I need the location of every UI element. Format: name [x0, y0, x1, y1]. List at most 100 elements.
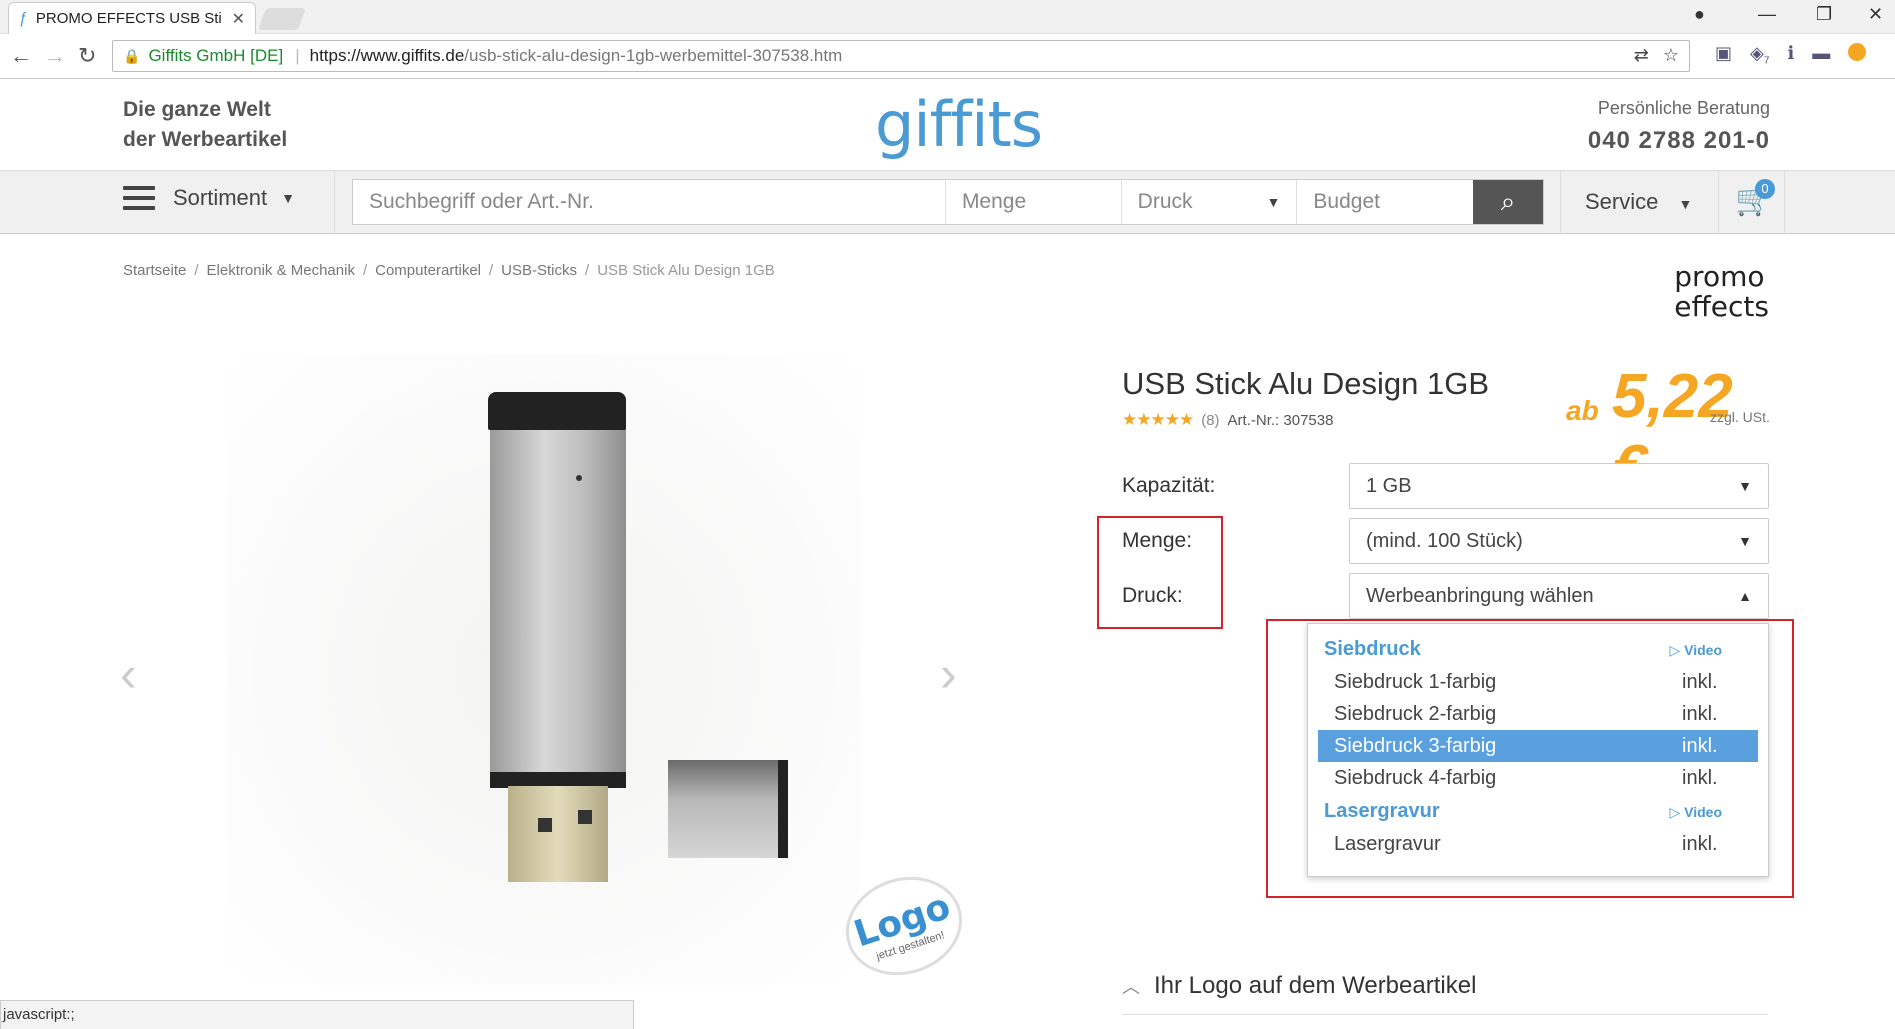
lock-icon: 🔒 [123, 47, 141, 64]
chevron-down-icon: ▼ [1738, 533, 1752, 549]
quantity-input[interactable]: Menge [946, 180, 1122, 224]
capacity-label: Kapazität: [1122, 474, 1216, 497]
service-menu-button[interactable]: Service ▼ [1585, 189, 1692, 215]
cast-icon[interactable]: ▬ [1812, 43, 1830, 67]
extension-badge-count: 7 [1763, 55, 1770, 67]
browser-tab[interactable]: ƒ PROMO EFFECTS USB Sti ✕ [8, 2, 256, 34]
extension-badge-icon[interactable]: ◈7 [1750, 43, 1769, 67]
product-title: USB Stick Alu Design 1GB [1122, 366, 1489, 401]
play-icon: ▷ [1669, 804, 1681, 820]
cart-button[interactable]: 🛒 0 [1735, 179, 1775, 218]
print-method-select[interactable]: Werbeanbringung wählen ▲ [1349, 573, 1769, 619]
giffits-logo[interactable]: giffits [875, 88, 1043, 161]
siebdruck-video-link[interactable]: ▷ Video [1669, 642, 1722, 659]
promo-effects-logo[interactable]: promo effects [1674, 262, 1769, 322]
dropdown-option[interactable]: Siebdruck 2-farbig inkl. [1318, 698, 1758, 730]
section-divider [1122, 1014, 1768, 1015]
window-close-icon[interactable]: ✕ [1868, 4, 1883, 25]
option-price: inkl. [1682, 734, 1718, 757]
search-input[interactable]: Suchbegriff oder Art.-Nr. [353, 180, 946, 224]
logo-section-title: Ihr Logo auf dem Werbeartikel [1154, 972, 1477, 999]
restore-icon[interactable]: ❐ [1816, 4, 1832, 25]
browser-status-bar: javascript:; [0, 1000, 634, 1029]
usb-led [576, 475, 582, 481]
print-method-dropdown: Siebdruck ▷ Video Siebdruck 1-farbig ink… [1307, 623, 1769, 877]
user-extension-icon[interactable] [1848, 43, 1867, 61]
lasergravur-video-link[interactable]: ▷ Video [1669, 804, 1722, 821]
breadcrumb-item[interactable]: Startseite [123, 262, 186, 279]
gallery-next-icon[interactable]: › [940, 645, 957, 703]
option-name: Siebdruck 2-farbig [1334, 702, 1497, 725]
search-bar: Suchbegriff oder Art.-Nr. Menge Druck ▼ … [352, 179, 1544, 225]
brand-line-1: promo [1674, 260, 1765, 293]
option-price: inkl. [1682, 702, 1718, 725]
print-method-value: Werbeanbringung wählen [1366, 584, 1594, 607]
ip-extension-icon[interactable]: ℹ [1787, 43, 1794, 67]
quantity-select[interactable]: (mind. 100 Stück) ▼ [1349, 518, 1769, 564]
print-select[interactable]: Druck ▼ [1122, 180, 1298, 224]
bookmark-star-icon[interactable]: ☆ [1663, 45, 1679, 66]
usb-plug [508, 786, 608, 882]
print-select-label: Druck [1137, 190, 1193, 213]
article-number: Art.-Nr.: 307538 [1227, 411, 1334, 429]
capacity-select[interactable]: 1 GB ▼ [1349, 463, 1769, 509]
option-name: Lasergravur [1334, 832, 1441, 855]
dropdown-option[interactable]: Siebdruck 4-farbig inkl. [1318, 762, 1758, 794]
address-separator: | [295, 46, 300, 65]
price-prefix: ab [1566, 395, 1599, 426]
dropdown-option-selected[interactable]: Siebdruck 3-farbig inkl. [1318, 730, 1758, 762]
breadcrumb-item[interactable]: Computerartikel [375, 262, 481, 279]
usb-stick-body [490, 418, 626, 778]
chevron-up-icon: ▲ [1738, 588, 1752, 604]
option-price: inkl. [1682, 670, 1718, 693]
reload-icon[interactable]: ↻ [78, 43, 96, 69]
phone-number[interactable]: 040 2788 201-0 [1588, 127, 1770, 155]
sortiment-menu-button[interactable]: Sortiment ▼ [123, 185, 295, 211]
translate-icon[interactable]: ⇄ [1634, 45, 1649, 66]
forward-icon[interactable]: → [44, 43, 66, 69]
close-tab-icon[interactable]: ✕ [232, 9, 245, 29]
product-rating[interactable]: ★★★★★ (8) Art.-Nr.: 307538 [1122, 410, 1333, 430]
video-label: Video [1684, 804, 1722, 820]
review-count[interactable]: (8) [1201, 412, 1219, 429]
extension-icon[interactable]: ▣ [1715, 43, 1732, 67]
search-button[interactable]: ⌕ [1473, 180, 1544, 224]
breadcrumb-item[interactable]: USB-Sticks [501, 262, 577, 279]
rating-stars-icon: ★★★★★ [1122, 410, 1194, 429]
breadcrumb-current: USB Stick Alu Design 1GB [597, 262, 775, 279]
option-name: Siebdruck 1-farbig [1334, 670, 1497, 693]
contact-label: Persönliche Beratung [1597, 98, 1770, 118]
breadcrumb-item[interactable]: Elektronik & Mechanik [207, 262, 355, 279]
dropdown-option[interactable]: Siebdruck 1-farbig inkl. [1318, 666, 1758, 698]
favicon-icon: ƒ [19, 9, 28, 27]
option-name: Siebdruck 4-farbig [1334, 766, 1497, 789]
tab-title: PROMO EFFECTS USB Sti [35, 10, 222, 27]
usb-cap [668, 760, 788, 858]
brand-line-2: effects [1674, 290, 1769, 323]
tagline-line-2: der Werbeartikel [123, 128, 288, 151]
breadcrumb: Startseite / Elektronik & Mechanik / Compu… [123, 262, 775, 279]
address-bar[interactable]: 🔒 Giffits GmbH [DE] | https://www.giffit… [112, 40, 1690, 72]
url-host: https://www.giffits.de [309, 46, 465, 65]
minimize-icon[interactable]: — [1758, 4, 1776, 25]
new-tab-button[interactable] [257, 8, 307, 30]
account-icon[interactable]: ● [1694, 4, 1705, 25]
group-lasergravur: Lasergravur [1324, 800, 1440, 822]
play-icon: ▷ [1669, 642, 1681, 658]
back-icon[interactable]: ← [10, 43, 32, 69]
tagline-line-1: Die ganze Welt [123, 98, 271, 121]
highlight-box-labels [1097, 516, 1223, 629]
chevron-down-icon: ▼ [1266, 194, 1281, 210]
option-price: inkl. [1682, 766, 1718, 789]
logo-section-toggle[interactable]: ︿ Ihr Logo auf dem Werbeartikel [1122, 972, 1476, 1000]
budget-input[interactable]: Budget [1297, 180, 1473, 224]
capacity-value: 1 GB [1366, 474, 1412, 497]
option-name: Siebdruck 3-farbig [1334, 734, 1497, 757]
dropdown-option[interactable]: Lasergravur inkl. [1318, 828, 1758, 860]
hamburger-icon [123, 186, 155, 210]
main-navbar: Sortiment ▼ Suchbegriff oder Art.-Nr. Me… [0, 170, 1895, 234]
search-icon: ⌕ [1500, 186, 1516, 216]
usb-plug-hole [538, 818, 552, 832]
gallery-prev-icon[interactable]: ‹ [120, 645, 137, 703]
chevron-up-icon: ︿ [1122, 977, 1140, 997]
